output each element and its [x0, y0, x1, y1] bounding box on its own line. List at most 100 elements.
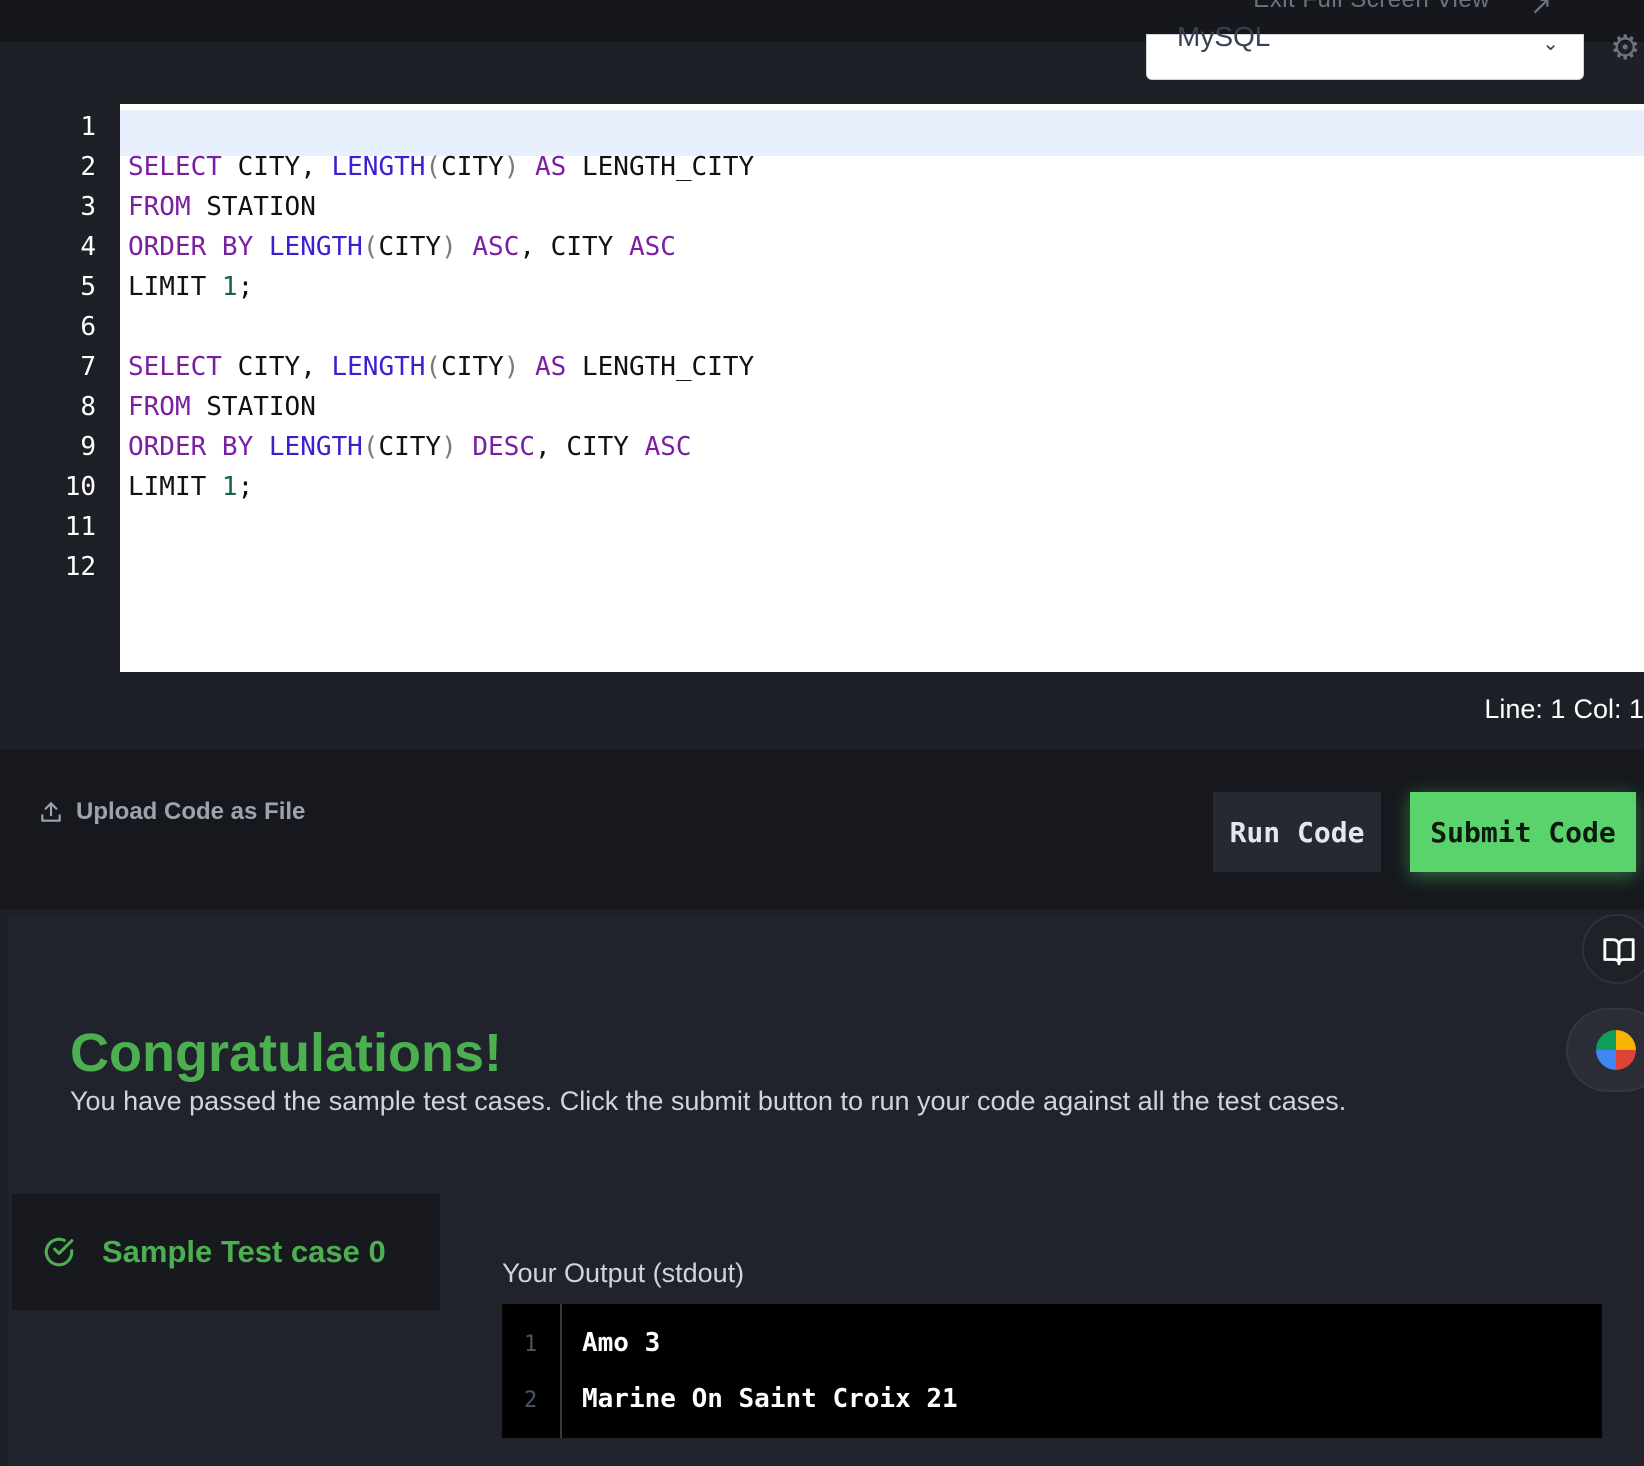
code-token: LIMIT: [128, 272, 222, 302]
book-button[interactable]: [1582, 914, 1644, 984]
sample-test-case-label: Sample Test case 0: [102, 1234, 386, 1269]
check-circle-icon: [44, 1237, 74, 1267]
output-title: Your Output (stdout): [502, 1258, 745, 1288]
code-line: ORDER BY LENGTH(CITY) DESC, CITY ASC: [128, 426, 692, 468]
chevron-down-icon: ⌄: [1542, 33, 1559, 55]
code-token: LENGTH_CITY: [566, 152, 755, 182]
code-token: CITY: [441, 352, 504, 382]
line-number: 8: [80, 392, 96, 422]
code-token: AS: [535, 352, 567, 382]
code-editor[interactable]: SELECT CITY, LENGTH(CITY) AS LENGTH_CITY…: [120, 104, 1644, 672]
output-box: 1 Amo 3 2 Marine On Saint Croix 21: [502, 1304, 1602, 1438]
code-token: , CITY: [519, 232, 629, 262]
code-token: FROM: [128, 192, 191, 222]
code-token: (: [362, 232, 379, 262]
code-token: 1: [221, 472, 238, 502]
code-token: ;: [237, 472, 254, 502]
output-line-text: Amo 3: [582, 1328, 661, 1358]
line-number: 7: [80, 352, 96, 382]
code-line: FROM STATION: [128, 386, 316, 428]
code-token: ;: [237, 272, 254, 302]
code-token: CITY,: [221, 352, 332, 382]
code-token: ORDER BY: [128, 432, 254, 462]
status-col: Col: 1: [1573, 694, 1644, 724]
line-number: 4: [80, 232, 96, 262]
code-line: LIMIT 1;: [128, 266, 253, 308]
code-token: AS: [535, 152, 567, 182]
code-token: FROM: [128, 392, 191, 422]
submit-code-button[interactable]: Submit Code: [1410, 792, 1636, 872]
exit-full-screen-link[interactable]: Exit Full Screen View: [1253, 0, 1490, 14]
output-gutter: [502, 1304, 562, 1438]
output-line-number: 1: [524, 1332, 538, 1357]
output-line-text: Marine On Saint Croix 21: [582, 1384, 958, 1414]
code-token: ASC: [628, 232, 676, 262]
code-token: SELECT: [128, 352, 222, 382]
line-number: 3: [80, 192, 96, 222]
upload-code-label: Upload Code as File: [76, 798, 306, 825]
line-number: 12: [64, 552, 96, 582]
code-token: LENGTH: [331, 152, 426, 182]
code-token: LENGTH: [268, 432, 363, 462]
code-token: ORDER BY: [128, 232, 254, 262]
code-token: DESC: [472, 432, 536, 462]
line-number: 11: [64, 512, 96, 542]
line-number: 10: [64, 472, 96, 502]
code-token: CITY: [378, 432, 442, 462]
code-token: 1: [221, 272, 238, 302]
output-line-number: 2: [524, 1388, 538, 1413]
line-number: 9: [80, 432, 96, 462]
code-token: , CITY: [535, 432, 645, 462]
line-number: 2: [80, 152, 96, 182]
language-select[interactable]: MySQL ⌄: [1146, 21, 1584, 80]
line-number-gutter: 1 2 3 4 5 6 7 8 9 10 11 12: [8, 104, 120, 672]
code-token: ): [503, 352, 520, 382]
code-token: LIMIT: [128, 472, 222, 502]
code-token: ): [503, 152, 520, 182]
ai-assistant-button[interactable]: [1566, 1008, 1644, 1092]
code-token: (: [362, 432, 379, 462]
code-token: CITY,: [221, 152, 332, 182]
upload-icon: [41, 802, 61, 822]
sample-test-case-tab[interactable]: Sample Test case 0: [12, 1194, 440, 1310]
code-token: CITY: [441, 152, 504, 182]
ai-orb-icon: [1596, 1030, 1636, 1070]
line-number: 6: [80, 312, 96, 342]
code-token: ASC: [644, 432, 692, 462]
code-token: LENGTH_CITY: [566, 352, 755, 382]
line-number: 5: [80, 272, 96, 302]
code-line: FROM STATION: [128, 186, 316, 228]
run-code-button[interactable]: Run Code: [1213, 792, 1381, 872]
code-line: LIMIT 1;: [128, 466, 253, 508]
code-token: STATION: [190, 192, 316, 222]
code-token: ): [441, 432, 457, 462]
code-token: (: [425, 352, 442, 382]
language-select-value: MySQL: [1177, 21, 1271, 52]
code-token: LENGTH: [331, 352, 426, 382]
code-line: SELECT CITY, LENGTH(CITY) AS LENGTH_CITY: [128, 346, 754, 388]
action-bar: Upload Code as File Run Code Submit Code: [0, 750, 1644, 910]
cursor-position-status: Line: 1 Col: 1: [1476, 694, 1644, 725]
code-token: LENGTH: [268, 232, 363, 262]
arrow-up-right-icon[interactable]: ↗: [1530, 0, 1552, 21]
code-line: SELECT CITY, LENGTH(CITY) AS LENGTH_CITY: [128, 146, 754, 188]
gear-icon[interactable]: ⚙: [1610, 28, 1640, 68]
code-token: (: [425, 152, 442, 182]
code-token: STATION: [190, 392, 316, 422]
upload-code-button[interactable]: Upload Code as File: [38, 798, 305, 826]
status-line: Line: 1: [1484, 694, 1566, 724]
line-number: 1: [80, 112, 96, 142]
code-token: ASC: [472, 232, 520, 262]
code-line: ORDER BY LENGTH(CITY) ASC, CITY ASC: [128, 226, 676, 268]
congratulations-heading: Congratulations!: [70, 1023, 502, 1083]
code-token: CITY: [378, 232, 442, 262]
congratulations-message: You have passed the sample test cases. C…: [70, 1086, 1347, 1116]
code-token: SELECT: [128, 152, 222, 182]
code-token: ): [441, 232, 457, 262]
